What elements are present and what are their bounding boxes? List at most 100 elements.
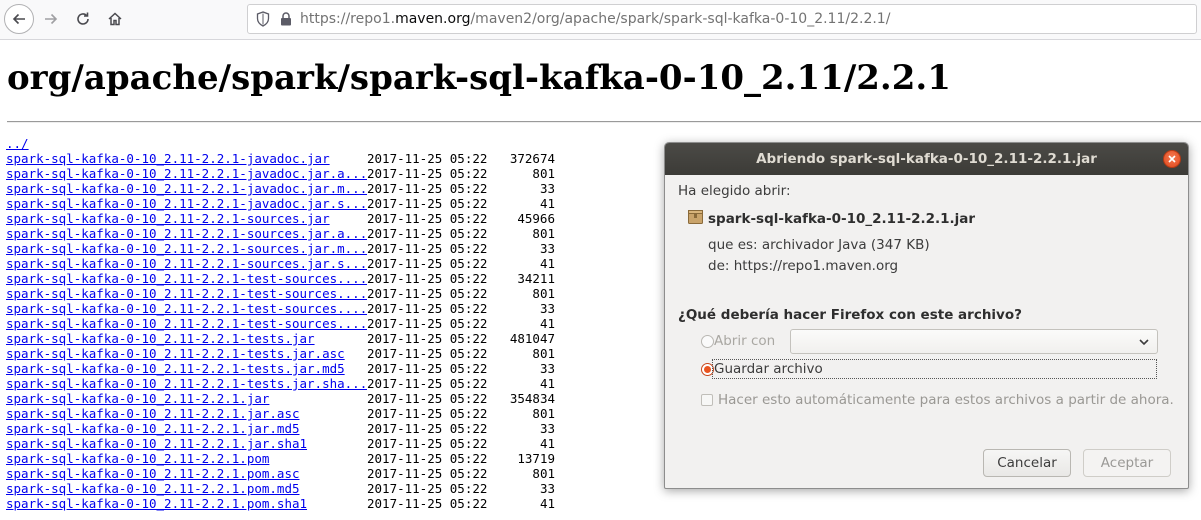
- file-row: spark-sql-kafka-0-10_2.11-2.2.1-tests.ja…: [6, 376, 555, 391]
- file-link[interactable]: spark-sql-kafka-0-10_2.11-2.2.1-test-sou…: [6, 301, 367, 316]
- file-link[interactable]: spark-sql-kafka-0-10_2.11-2.2.1.jar.md5: [6, 421, 367, 436]
- file-row: spark-sql-kafka-0-10_2.11-2.2.1-tests.ja…: [6, 361, 555, 376]
- dialog-titlebar[interactable]: Abriendo spark-sql-kafka-0-10_2.11-2.2.1…: [665, 143, 1188, 175]
- file-row: spark-sql-kafka-0-10_2.11-2.2.1-tests.ja…: [6, 346, 555, 361]
- file-date: 2017-11-25 05:22: [367, 361, 488, 376]
- file-size: 801: [532, 466, 555, 481]
- file-row: spark-sql-kafka-0-10_2.11-2.2.1-javadoc.…: [6, 166, 555, 181]
- file-date: 2017-11-25 05:22: [367, 466, 488, 481]
- file-link[interactable]: spark-sql-kafka-0-10_2.11-2.2.1-tests.ja…: [6, 331, 367, 346]
- intro-text: Ha elegido abrir:: [678, 183, 791, 199]
- file-size: 372674: [509, 151, 555, 166]
- file-link[interactable]: spark-sql-kafka-0-10_2.11-2.2.1.pom.asc: [6, 466, 367, 481]
- file-row: spark-sql-kafka-0-10_2.11-2.2.1-sources.…: [6, 211, 555, 226]
- file-link[interactable]: spark-sql-kafka-0-10_2.11-2.2.1.jar.sha1: [6, 436, 367, 451]
- file-row: spark-sql-kafka-0-10_2.11-2.2.1.pom.md5 2…: [6, 481, 555, 496]
- file-size: 354834: [509, 391, 555, 406]
- file-date: 2017-11-25 05:22: [367, 151, 488, 166]
- home-icon: [108, 12, 122, 26]
- file-date: 2017-11-25 05:22: [367, 211, 488, 226]
- file-row: spark-sql-kafka-0-10_2.11-2.2.1.jar 2017-…: [6, 391, 555, 406]
- file-link[interactable]: spark-sql-kafka-0-10_2.11-2.2.1-javadoc.…: [6, 181, 367, 196]
- file-link[interactable]: spark-sql-kafka-0-10_2.11-2.2.1-sources.…: [6, 211, 367, 226]
- file-link[interactable]: spark-sql-kafka-0-10_2.11-2.2.1-test-sou…: [6, 316, 367, 331]
- file-size: 41: [539, 256, 555, 271]
- forward-button[interactable]: [36, 4, 66, 34]
- archive-file-icon: [688, 210, 703, 224]
- file-row: spark-sql-kafka-0-10_2.11-2.2.1-test-sou…: [6, 271, 555, 286]
- file-row: spark-sql-kafka-0-10_2.11-2.2.1.pom 2017-…: [6, 451, 555, 466]
- file-size: 13719: [517, 451, 555, 466]
- file-row: spark-sql-kafka-0-10_2.11-2.2.1.pom.asc 2…: [6, 466, 555, 481]
- back-button[interactable]: [4, 4, 34, 34]
- file-date: 2017-11-25 05:22: [367, 181, 488, 196]
- url-bar[interactable]: https://repo1.maven.org/maven2/org/apach…: [247, 4, 1197, 34]
- forward-arrow-icon: [45, 13, 58, 25]
- file-source: de: https://repo1.maven.org: [708, 258, 899, 274]
- file-date: 2017-11-25 05:22: [367, 286, 488, 301]
- file-row: spark-sql-kafka-0-10_2.11-2.2.1.jar.asc 2…: [6, 406, 555, 421]
- file-link[interactable]: spark-sql-kafka-0-10_2.11-2.2.1-javadoc.…: [6, 196, 367, 211]
- file-row: spark-sql-kafka-0-10_2.11-2.2.1-test-sou…: [6, 301, 555, 316]
- file-type: que es: archivador Java (347 KB): [708, 237, 930, 253]
- url-text: https://repo1.maven.org/maven2/org/apach…: [300, 11, 891, 27]
- open-with-label[interactable]: Abrir con: [714, 333, 775, 349]
- file-row: spark-sql-kafka-0-10_2.11-2.2.1.jar.sha1…: [6, 436, 555, 451]
- file-link[interactable]: spark-sql-kafka-0-10_2.11-2.2.1-javadoc.…: [6, 166, 367, 181]
- file-date: 2017-11-25 05:22: [367, 166, 488, 181]
- browser-toolbar: https://repo1.maven.org/maven2/org/apach…: [0, 0, 1201, 40]
- file-date: 2017-11-25 05:22: [367, 331, 488, 346]
- shield-icon[interactable]: [256, 11, 270, 27]
- file-link[interactable]: spark-sql-kafka-0-10_2.11-2.2.1.pom.sha1: [6, 496, 367, 511]
- file-row: spark-sql-kafka-0-10_2.11-2.2.1-javadoc.…: [6, 151, 555, 166]
- file-size: 34211: [517, 271, 555, 286]
- file-link[interactable]: spark-sql-kafka-0-10_2.11-2.2.1-tests.ja…: [6, 361, 367, 376]
- file-link[interactable]: spark-sql-kafka-0-10_2.11-2.2.1-sources.…: [6, 226, 367, 241]
- file-size: 33: [539, 361, 555, 376]
- file-date: 2017-11-25 05:22: [367, 421, 488, 436]
- file-link[interactable]: spark-sql-kafka-0-10_2.11-2.2.1-sources.…: [6, 256, 367, 271]
- file-date: 2017-11-25 05:22: [367, 346, 488, 361]
- file-date: 2017-11-25 05:22: [367, 241, 488, 256]
- open-with-select[interactable]: [790, 329, 1158, 354]
- file-size: 801: [532, 286, 555, 301]
- reload-button[interactable]: [68, 4, 98, 34]
- file-date: 2017-11-25 05:22: [367, 496, 488, 511]
- reload-icon: [77, 12, 89, 25]
- file-link[interactable]: spark-sql-kafka-0-10_2.11-2.2.1-javadoc.…: [6, 151, 367, 166]
- file-link[interactable]: spark-sql-kafka-0-10_2.11-2.2.1-test-sou…: [6, 286, 367, 301]
- file-row: spark-sql-kafka-0-10_2.11-2.2.1-sources.…: [6, 226, 555, 241]
- auto-label[interactable]: Hacer esto automáticamente para estos ar…: [718, 392, 1174, 408]
- file-date: 2017-11-25 05:22: [367, 406, 488, 421]
- file-listing: ../ spark-sql-kafka-0-10_2.11-2.2.1-java…: [6, 136, 555, 511]
- parent-directory-link[interactable]: ../: [6, 136, 367, 151]
- file-link[interactable]: spark-sql-kafka-0-10_2.11-2.2.1-tests.ja…: [6, 346, 367, 361]
- file-date: 2017-11-25 05:22: [367, 391, 488, 406]
- file-date: 2017-11-25 05:22: [367, 301, 488, 316]
- file-link[interactable]: spark-sql-kafka-0-10_2.11-2.2.1-tests.ja…: [6, 376, 367, 391]
- auto-checkbox[interactable]: [701, 394, 713, 406]
- file-link[interactable]: spark-sql-kafka-0-10_2.11-2.2.1-sources.…: [6, 241, 367, 256]
- file-size: 33: [539, 241, 555, 256]
- file-name: spark-sql-kafka-0-10_2.11-2.2.1.jar: [708, 211, 976, 227]
- file-row: spark-sql-kafka-0-10_2.11-2.2.1-test-sou…: [6, 316, 555, 331]
- cancel-button[interactable]: Cancelar: [983, 449, 1071, 477]
- file-link[interactable]: spark-sql-kafka-0-10_2.11-2.2.1.pom: [6, 451, 367, 466]
- page-title: org/apache/spark/spark-sql-kafka-0-10_2.…: [7, 58, 951, 98]
- save-file-label[interactable]: Guardar archivo: [714, 361, 823, 377]
- file-link[interactable]: spark-sql-kafka-0-10_2.11-2.2.1-test-sou…: [6, 271, 367, 286]
- file-size: 45966: [517, 211, 555, 226]
- file-link[interactable]: spark-sql-kafka-0-10_2.11-2.2.1.pom.md5: [6, 481, 367, 496]
- file-size: 801: [532, 346, 555, 361]
- file-link[interactable]: spark-sql-kafka-0-10_2.11-2.2.1.jar.asc: [6, 406, 367, 421]
- close-button[interactable]: [1163, 150, 1181, 168]
- accept-button[interactable]: Aceptar: [1083, 449, 1171, 477]
- file-row: spark-sql-kafka-0-10_2.11-2.2.1.pom.sha1…: [6, 496, 555, 511]
- file-size: 33: [539, 421, 555, 436]
- file-link[interactable]: spark-sql-kafka-0-10_2.11-2.2.1.jar: [6, 391, 367, 406]
- file-size: 801: [532, 406, 555, 421]
- home-button[interactable]: [100, 4, 130, 34]
- file-size: 41: [539, 496, 555, 511]
- lock-icon[interactable]: [280, 12, 292, 26]
- open-with-radio[interactable]: [701, 335, 714, 348]
